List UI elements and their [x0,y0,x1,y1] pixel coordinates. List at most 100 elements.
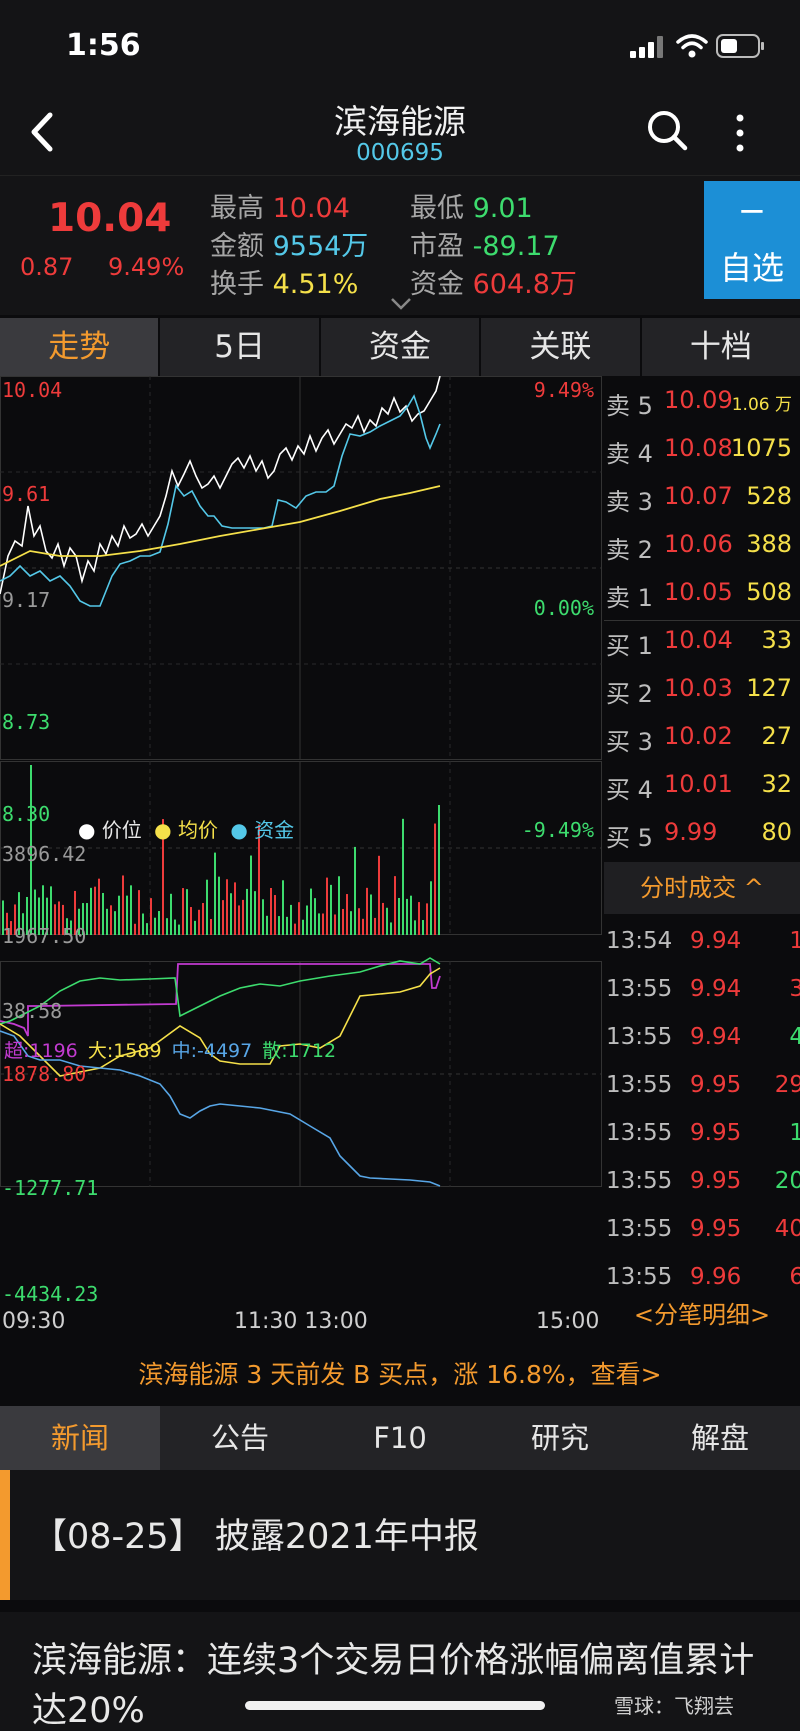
flow-label-min: -4434.23 [2,1282,99,1306]
tick-volume: 29 [774,1072,800,1098]
order-book: 卖 5 10.09 1.06 万 卖 4 10.08 1075 卖 3 10.0… [604,376,800,856]
volume-bar [398,897,400,935]
minus-icon: − [737,191,767,231]
ask-row: 卖 4 10.08 1075 [604,424,800,472]
volume-label-max: 3896.42 [2,842,87,866]
tab-announcements[interactable]: 公告 [160,1406,320,1470]
tick-time: 13:55 [606,976,673,1002]
news-item[interactable]: 【08-25】 披露2021年中报 [0,1470,800,1600]
bid-row: 买 3 10.02 27 [604,712,800,760]
tick-row: 13:55 9.95 20 [604,1158,800,1206]
tick-volume: 20 [774,1168,800,1194]
volume-bar [426,903,428,935]
volume-bar [138,890,140,935]
tab-fund[interactable]: 资金 [320,318,482,376]
volume-bar [298,902,300,935]
flow-label-max: 1878.80 [2,1062,87,1086]
volume-bar [310,888,312,935]
tick-row: 13:54 9.94 1 [604,918,800,966]
tab-related[interactable]: 关联 [481,318,642,376]
tab-5day[interactable]: 5日 [160,318,321,376]
tab-news[interactable]: 新闻 [0,1406,160,1470]
volume-bar [306,905,308,935]
tab-intraday[interactable]: 走势 [0,318,161,376]
time-label-open: 09:30 [2,1309,66,1334]
orderbook-divider [604,620,800,621]
bid-label: 买 2 [606,680,653,708]
ask-volume: 1.06 万 [731,395,792,415]
chevron-down-icon[interactable] [390,297,412,311]
low-label: 最低 [410,193,464,224]
tick-volume: 4 [789,1024,800,1050]
tab-research[interactable]: 研究 [480,1406,640,1470]
volume-bar [110,905,112,935]
volume-bar [150,898,152,935]
tick-price: 9.96 [690,1264,742,1288]
high-value: 10.04 [272,193,350,224]
volume-bar [238,905,240,935]
home-indicator[interactable] [245,1701,545,1710]
tick-price: 9.95 [690,1216,742,1242]
tab-f10[interactable]: F10 [320,1406,480,1470]
volume-bar [230,893,232,935]
tick-price: 9.95 [690,1168,742,1194]
volume-bar [214,852,216,935]
volume-bar [262,899,264,935]
tick-time: 13:55 [606,1024,673,1050]
tick-list[interactable]: 13:54 9.94 1 13:55 9.94 3 13:55 9.94 4 1… [604,918,800,1288]
volume-bar [134,923,136,935]
tick-row: 13:55 9.94 3 [604,966,800,1014]
volume-bar [274,895,276,935]
signal-banner[interactable]: 滨海能源 3 天前发 B 买点，涨 16.8%，查看> [0,1345,800,1405]
ask-price: 10.07 [664,482,733,510]
legend-avg: 均价 [177,818,218,842]
ask-volume: 508 [746,578,792,606]
news-tabs: 新闻 公告 F10 研究 解盘 [0,1406,800,1470]
ask-label: 卖 3 [606,488,653,516]
pct-label-zero: 0.00% [533,596,594,620]
more-icon[interactable] [730,113,750,153]
ask-label: 卖 1 [606,584,653,612]
tick-time: 13:55 [606,1264,673,1288]
tab-analysis[interactable]: 解盘 [640,1406,800,1470]
tick-list-toggle[interactable]: 分时成交 ^ [604,862,800,914]
last-price: 10.04 [48,196,172,241]
tab-level10[interactable]: 十档 [641,318,800,376]
price-change: 0.87 [20,253,74,281]
volume-bar [142,913,144,935]
volume-bar [366,887,368,935]
tick-time: 13:54 [606,928,673,954]
ask-row: 卖 5 10.09 1.06 万 [604,376,800,424]
volume-bar [210,918,212,935]
volume-bar [402,818,404,935]
volume-bar [294,923,296,935]
bid-volume: 32 [761,770,792,798]
volume-bar [354,846,356,935]
y-label-base: 9.17 [2,588,51,612]
volume-bar [374,917,376,935]
tick-time: 13:55 [606,1072,673,1098]
turnover-value: 4.51% [272,269,359,300]
high-stat: 最高 10.04 [210,186,350,225]
low-stat: 最低 9.01 [410,186,533,225]
volume-bar [118,895,120,935]
volume-bar [386,907,388,935]
volume-bar [278,916,280,935]
volume-bar [90,887,92,935]
tick-price: 9.94 [690,928,742,954]
volume-bar [194,920,196,935]
volume-bar [378,855,380,935]
legend-dot-icon: ● [78,818,96,842]
volume-bar [318,913,320,935]
flow-mid-label: 中:-4497 [171,1040,253,1062]
volume-bar [182,888,184,935]
remove-watchlist-button[interactable]: − 自选 [704,181,800,299]
search-icon[interactable] [645,108,689,152]
bid-row: 买 1 10.04 33 [604,616,800,664]
ask-label: 卖 2 [606,536,653,564]
fund-label: 资金 [410,269,464,300]
flow-retail-label: 散:1712 [262,1040,337,1062]
ask-row: 卖 2 10.06 388 [604,520,800,568]
tick-detail-link[interactable]: <分笔明细> [604,1295,800,1330]
tick-price: 9.94 [690,976,742,1002]
